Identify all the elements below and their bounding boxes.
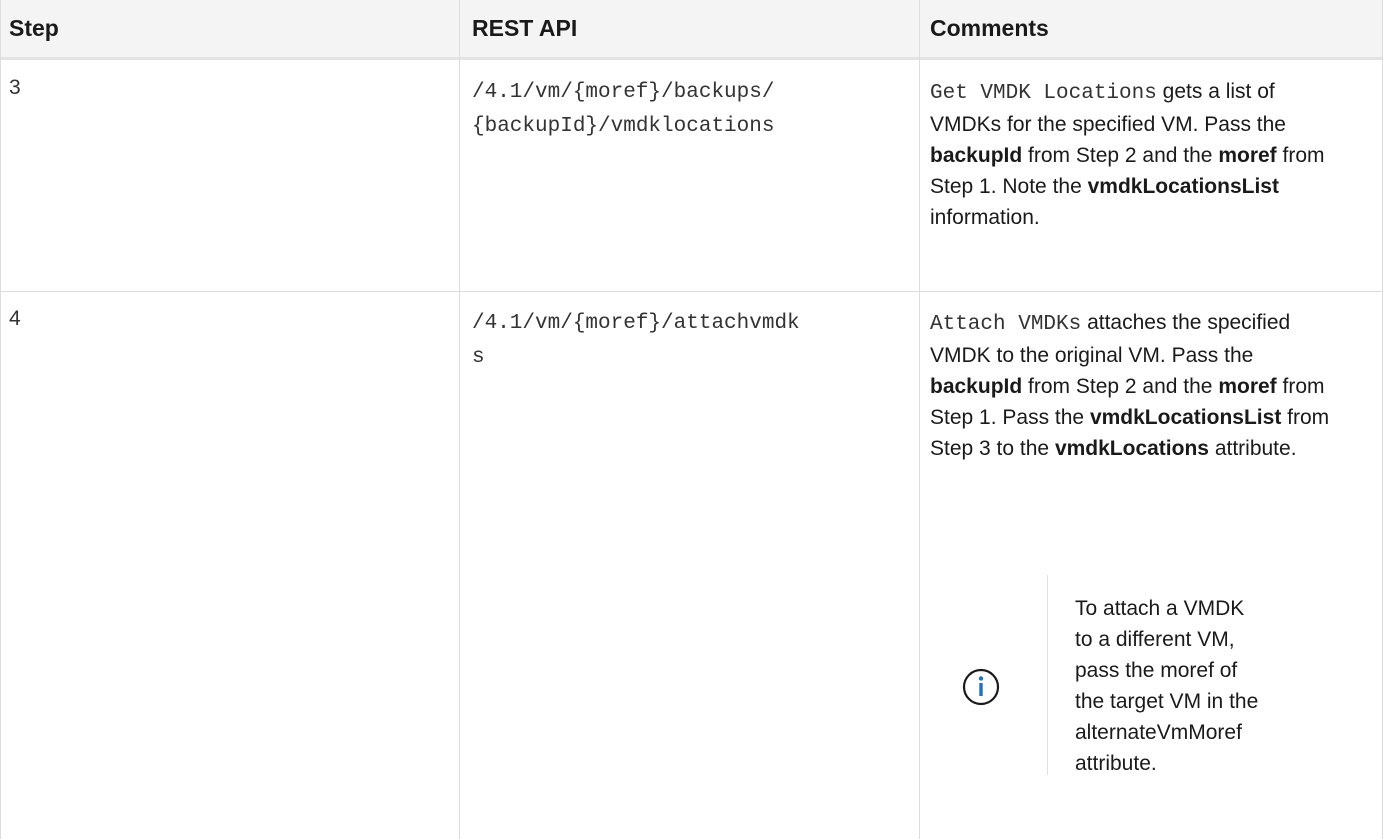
api-name: Get VMDK Locations bbox=[930, 82, 1157, 105]
table-border-left bbox=[0, 0, 1, 839]
step-number: 4 bbox=[9, 307, 21, 330]
column-header-rest-api: REST API bbox=[472, 15, 578, 41]
api-name: Attach VMDKs bbox=[930, 313, 1082, 336]
rest-api-path: /4.1/vm/{moref}/backups/ {backupId}/vmdk… bbox=[472, 81, 775, 138]
column-header-comments: Comments bbox=[930, 15, 1049, 41]
table-header-row bbox=[0, 0, 1383, 60]
step-number: 3 bbox=[9, 76, 21, 99]
step-comment: Attach VMDKs attaches the specified VMDK… bbox=[930, 311, 1330, 460]
note-text: To attach a VMDK to a different VM, pass… bbox=[1075, 597, 1259, 775]
column-header-step: Step bbox=[9, 15, 59, 41]
column-divider bbox=[459, 0, 460, 839]
rest-api-path: /4.1/vm/{moref}/attachvmdk s bbox=[472, 312, 800, 369]
step-comment: Get VMDK Locations gets a list of VMDKs … bbox=[930, 80, 1325, 229]
row-divider bbox=[0, 291, 1383, 292]
note-divider bbox=[1047, 575, 1048, 775]
info-icon bbox=[954, 660, 1008, 714]
note-callout: To attach a VMDK to a different VM, pass… bbox=[930, 575, 1360, 775]
column-divider bbox=[919, 0, 920, 839]
